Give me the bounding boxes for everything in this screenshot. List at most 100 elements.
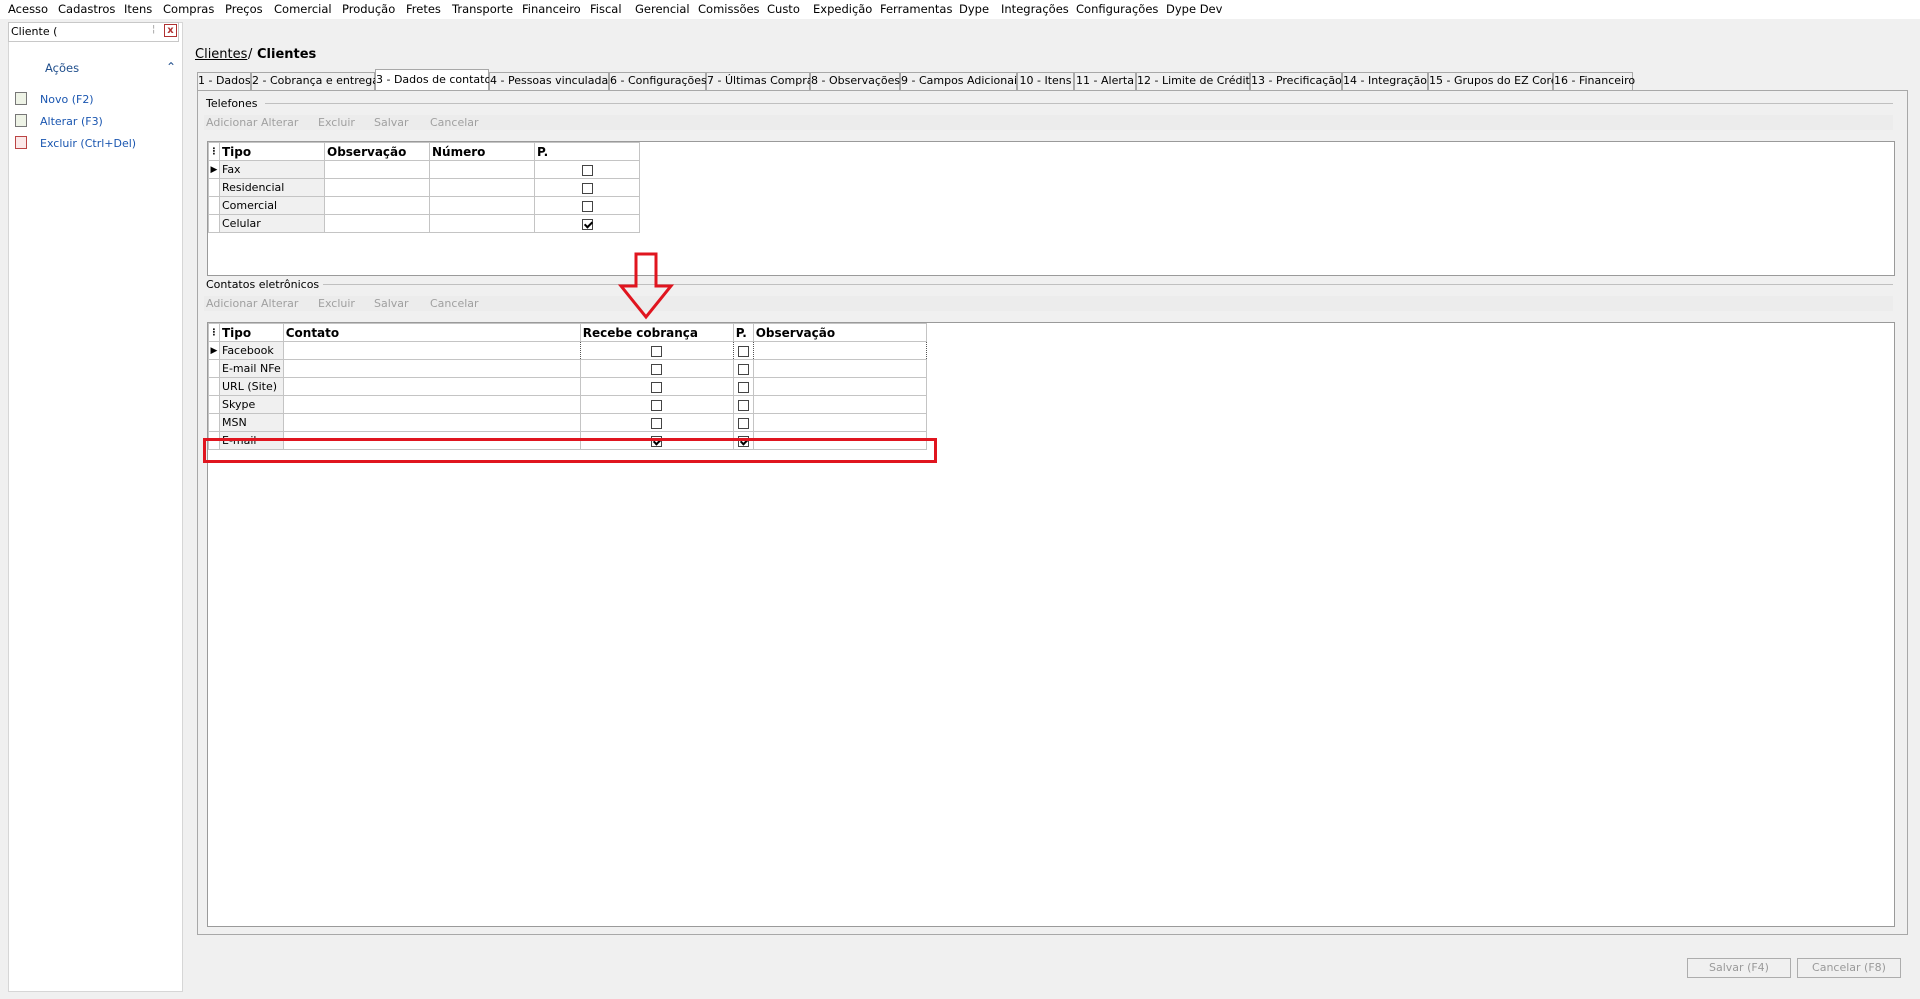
menu-item-ferramentas[interactable]: Ferramentas bbox=[880, 2, 952, 16]
action-new[interactable]: Novo (F2) bbox=[40, 93, 94, 106]
contact-type[interactable]: Facebook bbox=[219, 341, 284, 360]
tab-cobranca[interactable]: 2 - Cobrança e entrega bbox=[251, 72, 379, 90]
menu-item-cadastros[interactable]: Cadastros bbox=[58, 2, 115, 16]
tab-configuracoes[interactable]: 6 - Configurações bbox=[609, 72, 707, 90]
principal-checkbox[interactable] bbox=[737, 381, 749, 393]
phone-number[interactable] bbox=[429, 214, 535, 233]
menu-item-comercial[interactable]: Comercial bbox=[274, 2, 332, 16]
column-header[interactable]: Tipo bbox=[219, 323, 284, 342]
phone-number[interactable] bbox=[429, 160, 535, 179]
table-row[interactable]: Comercial bbox=[208, 196, 640, 215]
contact-type[interactable]: Skype bbox=[219, 395, 284, 414]
menu-item-transporte[interactable]: Transporte bbox=[452, 2, 513, 16]
column-header[interactable]: Observação bbox=[752, 323, 927, 342]
tab-pessoas[interactable]: 4 - Pessoas vinculadas bbox=[489, 72, 614, 90]
tab-ultimas-compras[interactable]: 7 - Últimas Compras bbox=[706, 72, 819, 90]
menu-item-gerencial[interactable]: Gerencial bbox=[635, 2, 690, 16]
phone-type[interactable]: Residencial bbox=[219, 178, 325, 197]
tab-financeiro[interactable]: 16 - Financeiro bbox=[1553, 72, 1635, 90]
new-document-icon[interactable] bbox=[15, 92, 27, 105]
tab-precificacao[interactable]: 13 - Precificação bbox=[1250, 72, 1342, 90]
phone-observation[interactable] bbox=[324, 178, 430, 197]
edit-button[interactable]: Alterar bbox=[261, 297, 298, 310]
menu-item-dype-dev[interactable]: Dype Dev bbox=[1166, 2, 1222, 16]
add-button[interactable]: Adicionar bbox=[206, 297, 257, 310]
cancel-button[interactable]: Cancelar bbox=[430, 116, 479, 129]
principal-checkbox[interactable] bbox=[737, 417, 749, 429]
delete-button[interactable]: Excluir bbox=[318, 297, 355, 310]
contact-observation[interactable] bbox=[752, 359, 927, 378]
menu-item-configura-es[interactable]: Configurações bbox=[1076, 2, 1158, 16]
tab-integracao[interactable]: 14 - Integração bbox=[1342, 72, 1428, 90]
cancel-button[interactable]: Cancelar bbox=[430, 297, 479, 310]
action-delete[interactable]: Excluir (Ctrl+Del) bbox=[40, 137, 136, 150]
save-button[interactable]: Salvar bbox=[374, 116, 409, 129]
principal-checkbox[interactable] bbox=[737, 345, 749, 357]
contact-value[interactable] bbox=[282, 395, 581, 414]
phone-type[interactable]: Comercial bbox=[219, 196, 325, 215]
tab-limite-credito[interactable]: 12 - Limite de Crédito bbox=[1136, 72, 1257, 90]
phone-type[interactable]: Fax bbox=[219, 160, 325, 179]
menu-item-fretes[interactable]: Fretes bbox=[406, 2, 441, 16]
menu-item-pre-os[interactable]: Preços bbox=[225, 2, 263, 16]
breadcrumb-parent[interactable]: Clientes bbox=[195, 47, 247, 62]
close-icon[interactable]: x bbox=[164, 24, 177, 37]
column-header[interactable]: P. bbox=[534, 142, 640, 161]
phone-observation[interactable] bbox=[324, 214, 430, 233]
phone-principal-checkbox[interactable] bbox=[581, 164, 593, 176]
add-button[interactable]: Adicionar bbox=[206, 116, 257, 129]
chevron-up-icon[interactable]: ⌃ bbox=[166, 60, 176, 74]
footer-cancel-button[interactable]: Cancelar (F8) bbox=[1797, 958, 1901, 978]
column-header[interactable]: Recebe cobrança bbox=[579, 323, 734, 342]
contact-observation[interactable] bbox=[752, 377, 927, 396]
table-row[interactable]: Residencial bbox=[208, 178, 640, 197]
principal-checkbox[interactable] bbox=[737, 363, 749, 375]
principal-checkbox[interactable] bbox=[737, 399, 749, 411]
menu-item-expedi-o[interactable]: Expedição bbox=[813, 2, 872, 16]
tab-dados[interactable]: 1 - Dados bbox=[197, 72, 251, 90]
phone-principal-checkbox[interactable] bbox=[581, 200, 593, 212]
footer-save-button[interactable]: Salvar (F4) bbox=[1687, 958, 1791, 978]
column-header[interactable]: Número bbox=[429, 142, 535, 161]
menu-item-integra-es[interactable]: Integrações bbox=[1001, 2, 1069, 16]
edit-button[interactable]: Alterar bbox=[261, 116, 298, 129]
column-header[interactable]: Tipo bbox=[219, 142, 325, 161]
contact-type[interactable]: E-mail NFe bbox=[219, 359, 284, 378]
tab-alerta[interactable]: 11 - Alerta bbox=[1074, 72, 1136, 90]
edit-document-icon[interactable] bbox=[15, 114, 27, 127]
phone-observation[interactable] bbox=[324, 160, 430, 179]
table-row[interactable]: MSN bbox=[208, 413, 927, 432]
tab-dados-contato[interactable]: 3 - Dados de contato bbox=[375, 69, 491, 90]
contact-value[interactable] bbox=[282, 359, 581, 378]
phone-type[interactable]: Celular bbox=[219, 214, 325, 233]
contact-value[interactable] bbox=[282, 341, 581, 360]
table-row[interactable]: Skype bbox=[208, 395, 927, 414]
contact-value[interactable] bbox=[282, 377, 581, 396]
menu-item-produ-o[interactable]: Produção bbox=[342, 2, 395, 16]
menu-item-comiss-es[interactable]: Comissões bbox=[698, 2, 760, 16]
menu-item-acesso[interactable]: Acesso bbox=[8, 2, 48, 16]
contact-observation[interactable] bbox=[752, 413, 927, 432]
billing-checkbox[interactable] bbox=[651, 345, 663, 357]
grid-menu-icon[interactable]: ⋮ bbox=[208, 142, 220, 161]
column-header[interactable]: Observação bbox=[324, 142, 430, 161]
phone-observation[interactable] bbox=[324, 196, 430, 215]
table-row[interactable]: URL (Site) bbox=[208, 377, 927, 396]
table-row[interactable]: Celular bbox=[208, 214, 640, 233]
menu-item-itens[interactable]: Itens bbox=[124, 2, 152, 16]
menu-item-compras[interactable]: Compras bbox=[163, 2, 214, 16]
column-header[interactable]: Contato bbox=[282, 323, 581, 342]
tab-observacoes[interactable]: 8 - Observações bbox=[810, 72, 900, 90]
table-row[interactable]: E-mail NFe bbox=[208, 359, 927, 378]
delete-button[interactable]: Excluir bbox=[318, 116, 355, 129]
table-row[interactable]: ▶ Facebook bbox=[208, 341, 927, 360]
contact-observation[interactable] bbox=[752, 341, 927, 360]
phone-principal-checkbox[interactable] bbox=[581, 182, 593, 194]
billing-checkbox[interactable] bbox=[651, 417, 663, 429]
table-row[interactable]: ▶ Fax bbox=[208, 160, 640, 179]
tab-itens[interactable]: 10 - Itens bbox=[1017, 72, 1074, 90]
column-header[interactable]: P. bbox=[732, 323, 754, 342]
menu-item-fiscal[interactable]: Fiscal bbox=[590, 2, 622, 16]
billing-checkbox[interactable] bbox=[651, 399, 663, 411]
phone-number[interactable] bbox=[429, 178, 535, 197]
